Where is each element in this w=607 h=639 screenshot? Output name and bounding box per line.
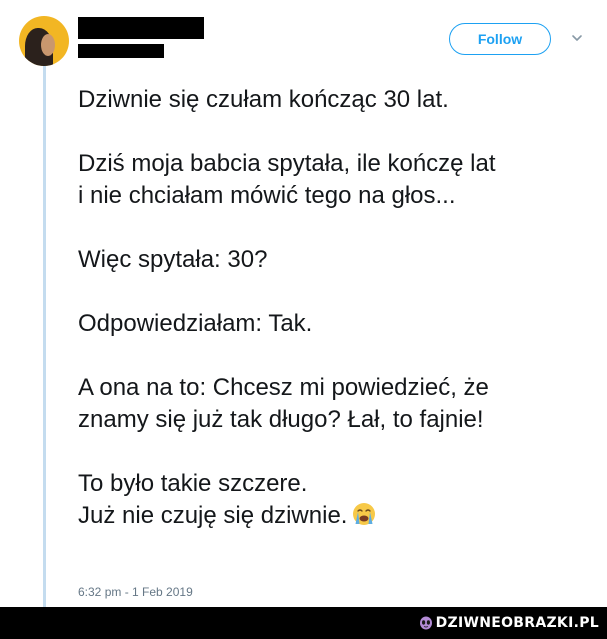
- tweet-line-gap: [78, 212, 578, 244]
- tweet-card: Follow Dziwnie się czułam kończąc 30 lat…: [0, 0, 607, 607]
- tweet-line: To było takie szczere.: [78, 470, 308, 497]
- tweet-line: Dziwnie się czułam kończąc 30 lat.: [78, 86, 449, 113]
- tweet-line: znamy się już tak długo? Łał, to fajnie!: [78, 406, 484, 433]
- tweet-text: Dziwnie się czułam kończąc 30 lat. Dziś …: [78, 84, 578, 532]
- tweet-line: i nie chciałam mówić tego na głos...: [78, 182, 456, 209]
- avatar-face: [41, 34, 55, 56]
- watermark-text: DZIWNEOBRAZKI.PL: [435, 615, 599, 631]
- tweet-timestamp[interactable]: 6:32 pm - 1 Feb 2019: [78, 585, 193, 599]
- alien-face-icon: [419, 616, 432, 630]
- tweet-line: Dziś moja babcia spytała, ile kończę lat: [78, 150, 496, 177]
- tweet-line: Więc spytała: 30?: [78, 246, 268, 273]
- follow-button[interactable]: Follow: [449, 23, 551, 55]
- follow-button-label: Follow: [477, 31, 523, 47]
- thread-line: [43, 66, 46, 607]
- tweet-line-last: Już nie czuję się dziwnie.: [78, 500, 578, 532]
- redacted-display-name: [78, 17, 204, 39]
- tweet-line: Już nie czuję się dziwnie.: [78, 502, 348, 529]
- tweet-line-gap: [78, 276, 578, 308]
- tweet-line: Odpowiedziałam: Tak.: [78, 310, 313, 337]
- tweet-line: A ona na to: Chcesz mi powiedzieć, że: [78, 374, 489, 401]
- loudly-crying-face-icon: [353, 503, 376, 525]
- tweet-line-gap: [78, 340, 578, 372]
- avatar[interactable]: [19, 16, 69, 66]
- redacted-handle: [78, 44, 164, 58]
- chevron-down-icon[interactable]: [570, 31, 584, 45]
- tweet-line-gap: [78, 436, 578, 468]
- watermark: DZIWNEOBRAZKI.PL: [419, 613, 599, 633]
- watermark-bar: DZIWNEOBRAZKI.PL: [0, 607, 607, 639]
- tweet-line-gap: [78, 116, 578, 148]
